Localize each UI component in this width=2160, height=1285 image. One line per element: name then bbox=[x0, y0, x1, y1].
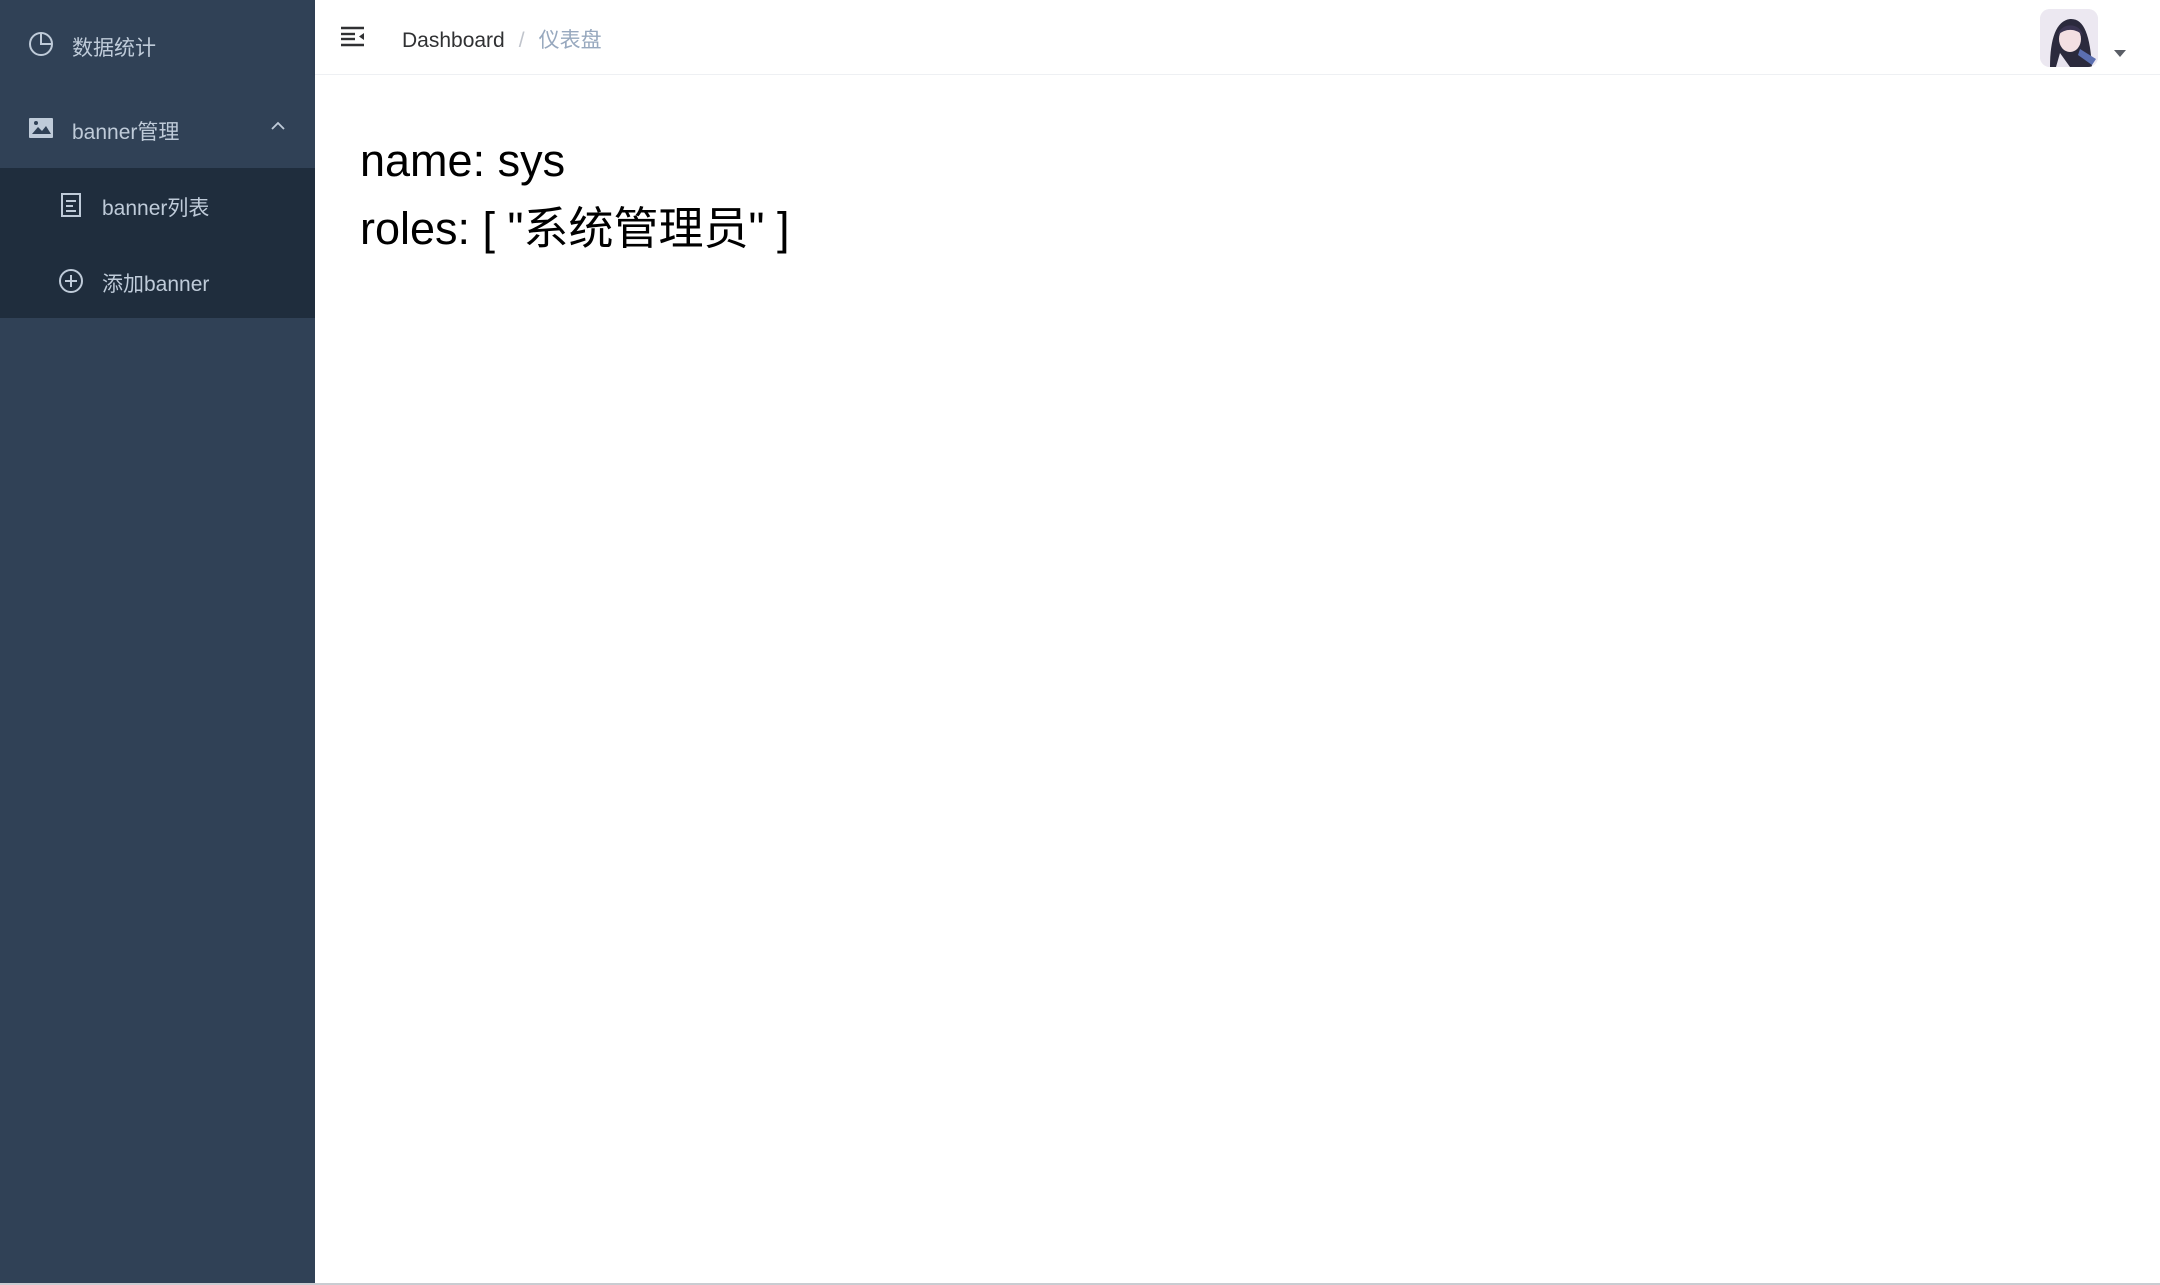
breadcrumb-separator: / bbox=[518, 29, 525, 52]
banner-submenu: banner列表 添加banner bbox=[0, 168, 315, 318]
top-navbar: Dashboard / 仪表盘 bbox=[315, 0, 2160, 75]
caret-down-icon[interactable] bbox=[2114, 50, 2126, 57]
sidebar-subitem-add-banner[interactable]: 添加banner bbox=[0, 244, 315, 318]
hamburger-fold-icon[interactable] bbox=[339, 22, 367, 50]
user-roles-text: roles: [ "系统管理员" ] bbox=[360, 203, 790, 254]
sidebar-item-label: 数据统计 bbox=[72, 37, 156, 60]
chevron-up-icon bbox=[270, 118, 286, 134]
breadcrumb: Dashboard / 仪表盘 bbox=[402, 24, 602, 54]
circle-plus-icon bbox=[57, 267, 85, 295]
main-content: name: sys roles: [ "系统管理员" ] bbox=[315, 75, 2160, 1283]
sidebar-item-data-statistics[interactable]: 数据统计 bbox=[0, 2, 315, 86]
sidebar-subitem-banner-list[interactable]: banner列表 bbox=[0, 168, 315, 242]
user-info: name: sys roles: [ "系统管理员" ] bbox=[360, 127, 790, 263]
breadcrumb-current: 仪表盘 bbox=[538, 29, 602, 52]
sidebar-subitem-label: banner列表 bbox=[102, 197, 210, 220]
user-avatar[interactable] bbox=[2040, 9, 2098, 67]
sidebar-subitem-label: 添加banner bbox=[102, 273, 210, 296]
sidebar-item-label: banner管理 bbox=[72, 121, 180, 144]
image-icon bbox=[27, 114, 55, 142]
breadcrumb-dashboard-link[interactable]: Dashboard bbox=[402, 29, 505, 52]
document-icon bbox=[57, 191, 85, 219]
pie-chart-icon bbox=[27, 30, 55, 58]
app-root: 数据统计 banner管理 banner列表 添加banner Dashboar… bbox=[0, 0, 2160, 1285]
sidebar: 数据统计 banner管理 banner列表 添加banner bbox=[0, 0, 315, 1283]
user-menu-trigger[interactable] bbox=[2040, 0, 2160, 74]
user-name-text: name: sys bbox=[360, 135, 566, 186]
sidebar-item-banner-management[interactable]: banner管理 bbox=[0, 86, 315, 170]
